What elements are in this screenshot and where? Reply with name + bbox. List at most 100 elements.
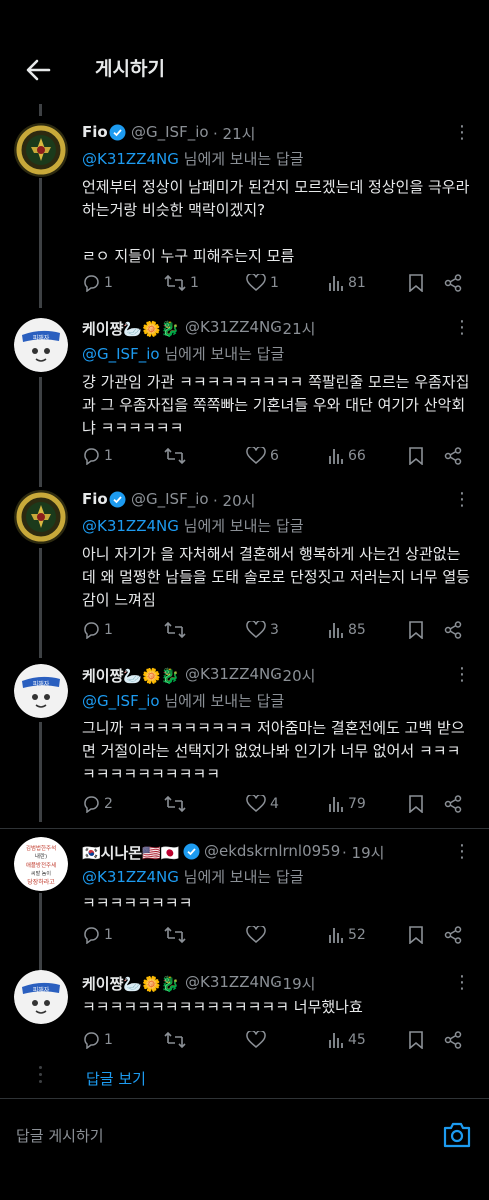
avatar[interactable]: 피해자 <box>14 970 68 1024</box>
reply-button[interactable]: 2 <box>82 791 113 817</box>
reply-button[interactable]: 1 <box>82 443 113 469</box>
display-name[interactable]: 케이쨩🦢🌼🐉 <box>82 973 179 994</box>
reply-button[interactable]: 1 <box>82 1027 113 1053</box>
views-button[interactable]: 52 <box>328 922 366 948</box>
bookmark-button[interactable] <box>408 791 428 817</box>
more-options-icon[interactable]: ⋮ <box>447 319 477 340</box>
like-button[interactable]: 1 <box>246 270 279 296</box>
retweet-button[interactable]: 1 <box>164 270 199 296</box>
tweet-actions: 1 45 <box>82 1027 462 1053</box>
retweet-button[interactable] <box>164 922 190 948</box>
bookmark-button[interactable] <box>408 443 428 469</box>
tweet-text: 걍 가관임 가관 ㅋㅋㅋㅋㅋㅋㅋㅋㅋ 쪽팔린줄 모르는 우좀자집과 그 우좀자집… <box>82 373 470 437</box>
verified-badge-icon <box>183 843 200 864</box>
bookmark-button[interactable] <box>408 1027 428 1053</box>
like-button[interactable] <box>246 1027 270 1053</box>
retweet-icon <box>164 1031 186 1049</box>
retweet-button[interactable] <box>164 1027 190 1053</box>
avatar[interactable]: 김범법한주석 내란) 애플방전주세 씨발 놈이 당장하라고 <box>14 837 68 891</box>
view-count: 85 <box>348 622 366 638</box>
bookmark-button[interactable] <box>408 922 428 948</box>
like-button[interactable]: 3 <box>246 617 279 643</box>
mention-link[interactable]: @G_ISF_io <box>82 345 160 363</box>
army-emblem-avatar <box>14 123 68 177</box>
views-button[interactable]: 66 <box>328 443 366 469</box>
display-name[interactable]: Fio <box>82 490 108 508</box>
display-name[interactable]: 케이쨩🦢🌼🐉 <box>82 318 179 339</box>
timestamp[interactable]: · 21시 <box>273 318 315 339</box>
divider <box>0 828 489 829</box>
retweet-button[interactable] <box>164 791 190 817</box>
svg-text:김범법한주석: 김범법한주석 <box>26 844 56 852</box>
view-count: 81 <box>348 275 366 291</box>
display-name[interactable]: 🇰🇷시나몬🇺🇸🇯🇵 <box>82 842 179 863</box>
more-options-icon[interactable]: ⋮ <box>447 974 477 995</box>
more-options-icon[interactable]: ⋮ <box>447 491 477 512</box>
mention-link[interactable]: @K31ZZ4NG <box>82 517 179 535</box>
text-sign-avatar: 김범법한주석 내란) 애플방전주세 씨발 놈이 당장하라고 <box>14 837 68 891</box>
user-handle[interactable]: @K31ZZ4NG <box>185 973 282 991</box>
views-button[interactable]: 85 <box>328 617 366 643</box>
user-handle[interactable]: @ekdskrnlrnl0959 <box>204 842 340 860</box>
more-options-icon[interactable]: ⋮ <box>447 124 477 145</box>
svg-text:당장하라고: 당장하라고 <box>27 878 55 886</box>
user-handle[interactable]: @K31ZZ4NG <box>185 665 282 683</box>
display-name[interactable]: Fio <box>82 123 108 141</box>
view-count: 79 <box>348 796 366 812</box>
avatar[interactable]: 피해자 <box>14 318 68 372</box>
view-replies-link[interactable]: 답글 보기 <box>86 1068 146 1089</box>
more-options-icon[interactable]: ⋮ <box>447 843 477 864</box>
views-button[interactable]: 81 <box>328 270 366 296</box>
views-icon <box>329 449 343 464</box>
timestamp[interactable]: · 20시 <box>273 665 315 686</box>
tweet-actions: 1 52 <box>82 922 462 948</box>
like-count: 4 <box>270 796 279 812</box>
tweet-text: 그니까 ㅋㅋㅋㅋㅋㅋㅋㅋㅋ 저아줌마는 결혼전에도 고백 받으면 거절이라는 선… <box>82 719 465 783</box>
timestamp[interactable]: · 19시 <box>273 973 315 994</box>
retweet-button[interactable] <box>164 443 190 469</box>
share-button[interactable] <box>444 791 466 817</box>
user-handle[interactable]: @K31ZZ4NG <box>185 318 282 336</box>
views-icon <box>329 797 343 812</box>
share-button[interactable] <box>444 922 466 948</box>
like-button[interactable] <box>246 922 270 948</box>
timestamp[interactable]: · 21시 <box>213 123 255 144</box>
bookmark-icon <box>409 447 423 465</box>
more-options-icon[interactable]: ⋮ <box>447 666 477 687</box>
like-count: 3 <box>270 622 279 638</box>
camera-icon[interactable] <box>441 1120 473 1150</box>
cartoon-avatar: 피해자 <box>14 970 68 1024</box>
mention-link[interactable]: @G_ISF_io <box>82 692 160 710</box>
user-handle[interactable]: @G_ISF_io <box>131 490 209 508</box>
timestamp[interactable]: · 20시 <box>213 490 255 511</box>
reply-icon <box>84 927 99 944</box>
timestamp[interactable]: · 19시 <box>342 842 384 863</box>
avatar[interactable] <box>14 123 68 177</box>
avatar[interactable]: 피해자 <box>14 664 68 718</box>
thread-line <box>39 178 42 308</box>
replying-to: @G_ISF_io 님에게 보내는 답글 <box>82 345 285 363</box>
share-button[interactable] <box>444 270 466 296</box>
avatar[interactable] <box>14 490 68 544</box>
heart-icon <box>246 1031 266 1048</box>
display-name[interactable]: 케이쨩🦢🌼🐉 <box>82 665 179 686</box>
reply-button[interactable]: 1 <box>82 270 113 296</box>
share-button[interactable] <box>444 1027 466 1053</box>
bookmark-button[interactable] <box>408 617 428 643</box>
views-button[interactable]: 79 <box>328 791 366 817</box>
mention-link[interactable]: @K31ZZ4NG <box>82 150 179 168</box>
user-handle[interactable]: @G_ISF_io <box>131 123 209 141</box>
views-button[interactable]: 45 <box>328 1027 366 1053</box>
reply-button[interactable]: 1 <box>82 922 113 948</box>
thread-line <box>39 377 42 487</box>
reply-input[interactable]: 답글 게시하기 <box>16 1125 104 1146</box>
like-button[interactable]: 4 <box>246 791 279 817</box>
share-button[interactable] <box>444 443 466 469</box>
mention-link[interactable]: @K31ZZ4NG <box>82 868 179 886</box>
reply-button[interactable]: 1 <box>82 617 113 643</box>
retweet-button[interactable] <box>164 617 190 643</box>
like-button[interactable]: 6 <box>246 443 279 469</box>
back-arrow-icon[interactable] <box>24 56 52 84</box>
bookmark-button[interactable] <box>408 270 428 296</box>
share-button[interactable] <box>444 617 466 643</box>
